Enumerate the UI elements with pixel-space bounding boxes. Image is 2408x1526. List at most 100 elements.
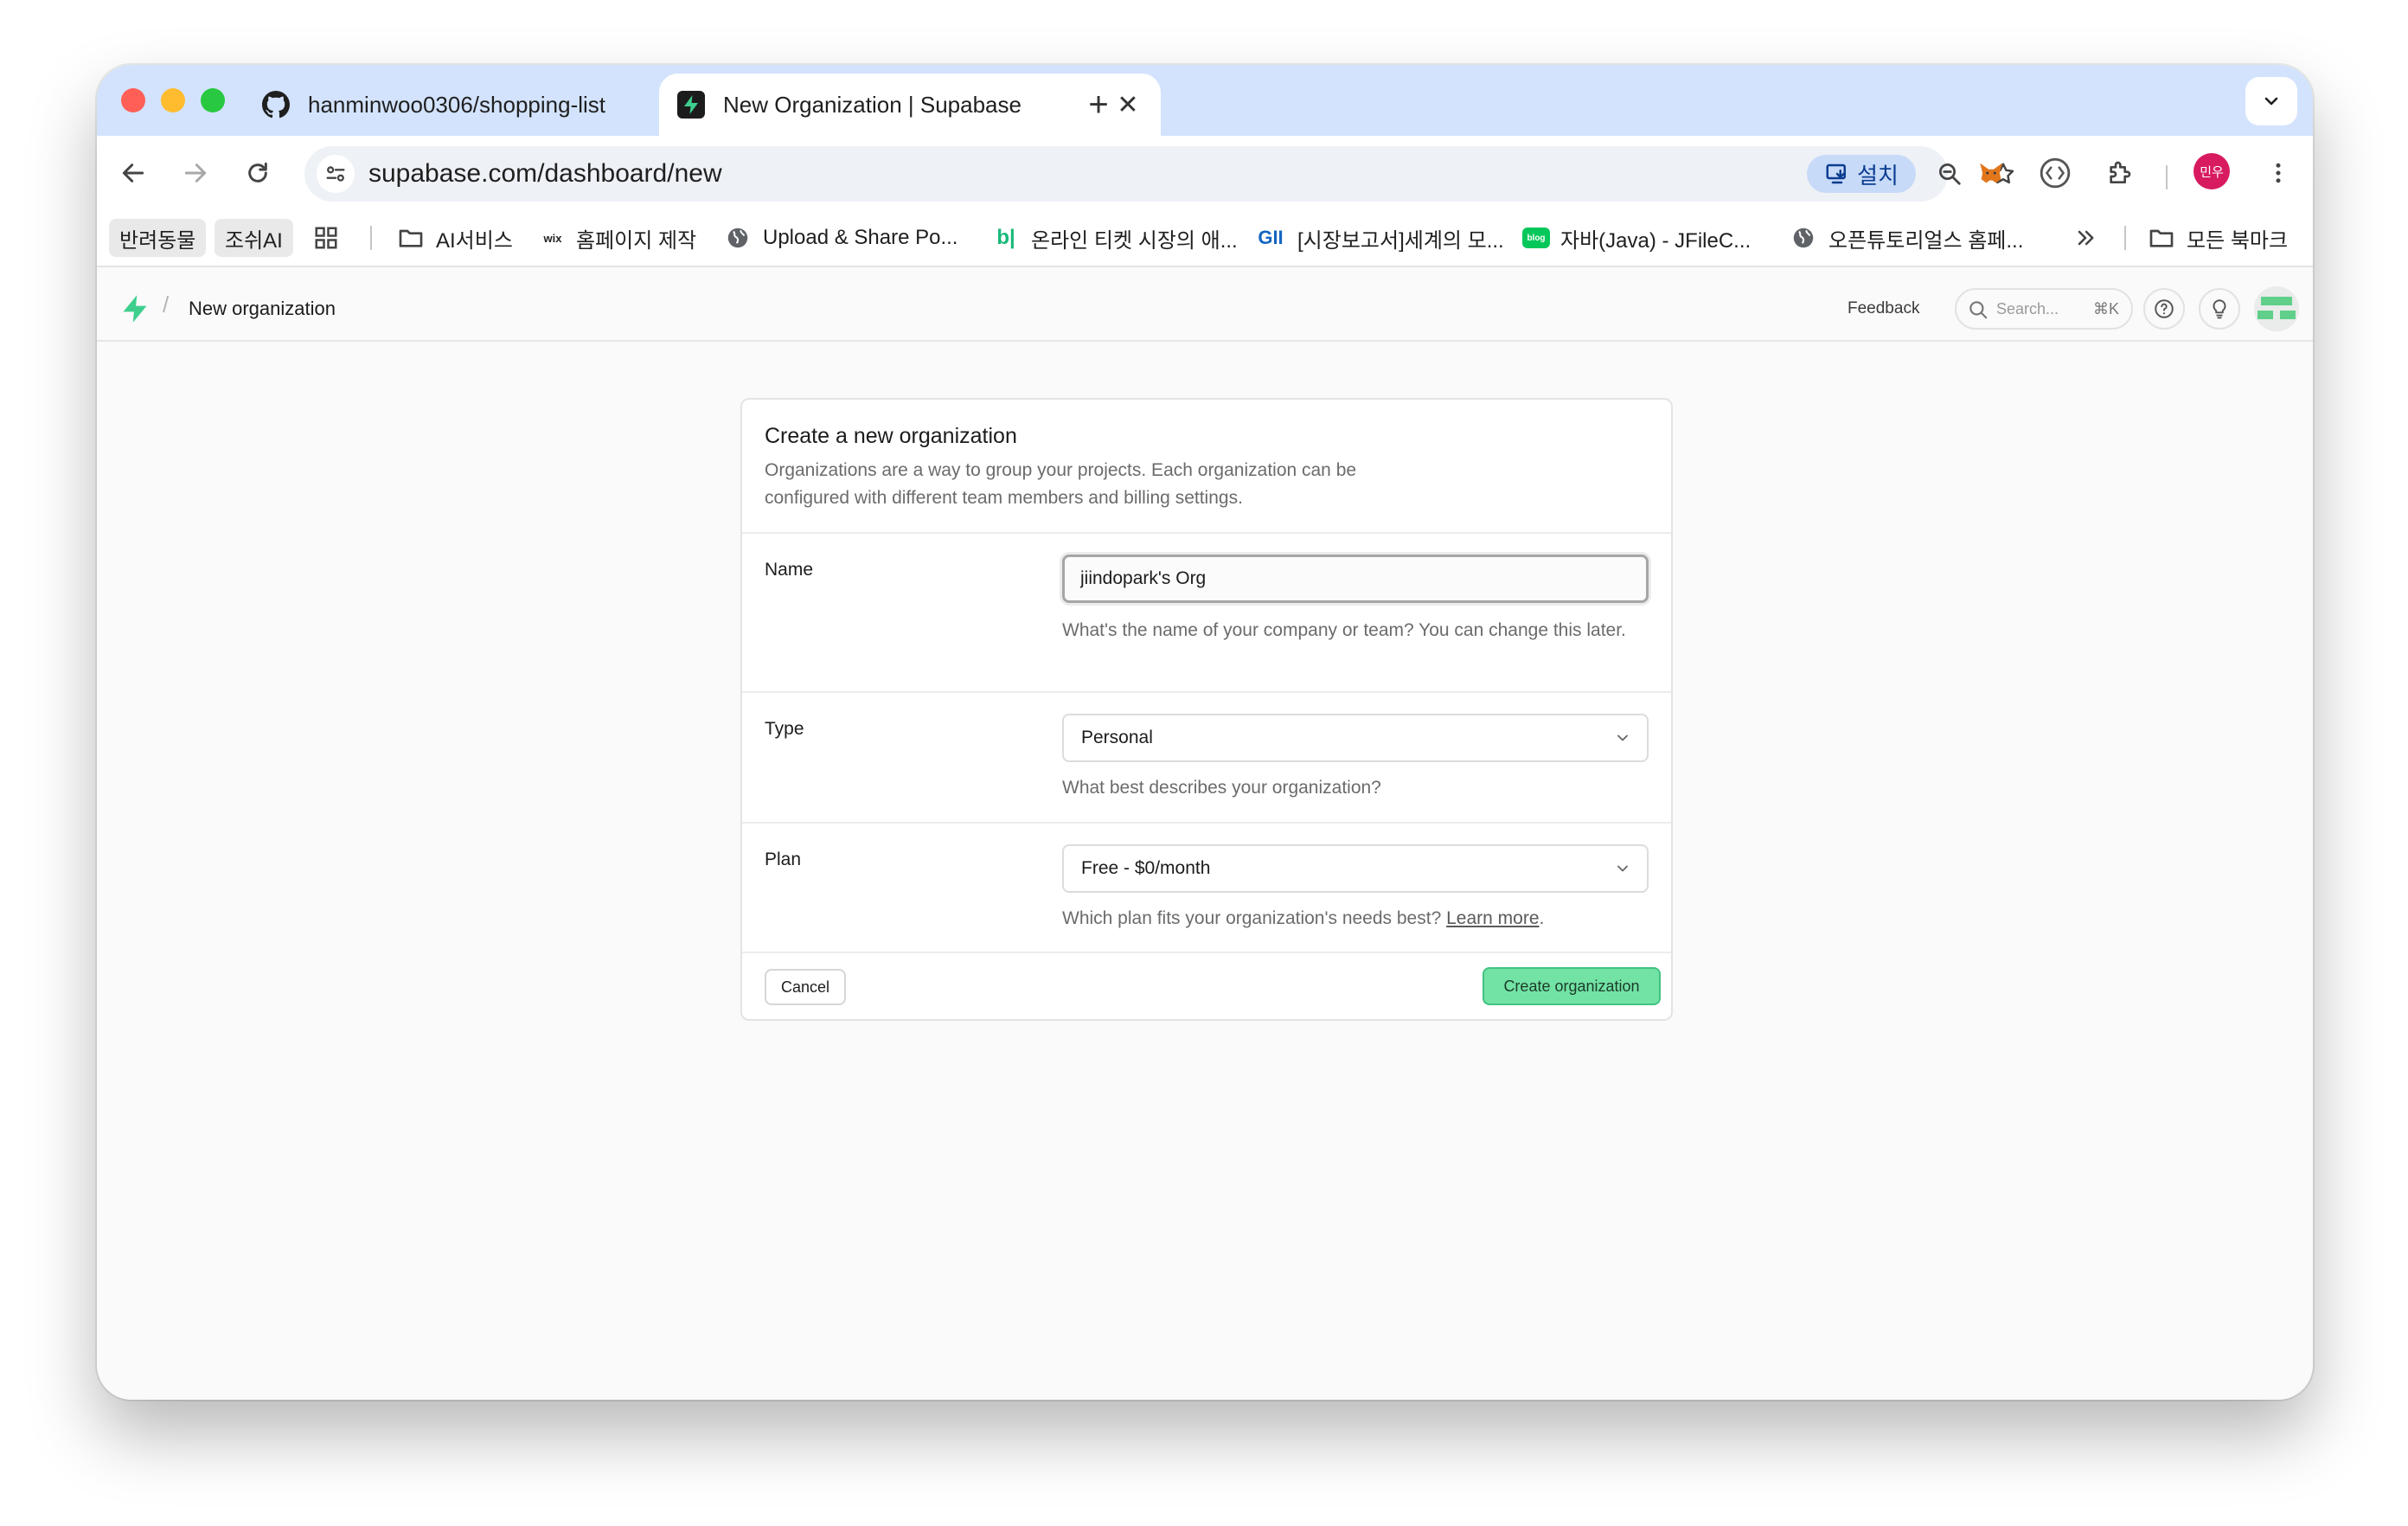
- window-zoom-button[interactable]: [201, 88, 225, 112]
- app-header: / New organization Feedback Search... ⌘K: [97, 276, 2313, 342]
- help-circle-icon: [2155, 299, 2174, 318]
- bookmark-label: 모든 북마크: [2187, 228, 2289, 253]
- install-app-button[interactable]: 설치: [1807, 155, 1916, 193]
- card-footer: Cancel Create organization: [742, 953, 1671, 1019]
- bookmark-label: 반려동물: [119, 228, 196, 253]
- fox-icon: [1980, 163, 2002, 183]
- browser-window: hanminwoo0306/shopping-list ✕ New Organi…: [97, 65, 2313, 1400]
- bookmark-item[interactable]: Upload & Share Po...: [723, 219, 957, 257]
- card-header: Create a new organization Organizations …: [742, 400, 1671, 534]
- lightbulb-icon: [2213, 299, 2226, 319]
- window-minimize-button[interactable]: [161, 88, 185, 112]
- bookmark-label: 오픈튜토리얼스 홈페...: [1828, 228, 2024, 253]
- reload-button[interactable]: [235, 151, 280, 196]
- bookmark-item[interactable]: GII [시장보고서]세계의 모...: [1254, 219, 1504, 257]
- bookmark-label: 홈페이지 제작: [576, 228, 697, 253]
- more-vertical-icon: [2276, 163, 2281, 183]
- wix-icon: wix: [543, 231, 562, 245]
- plan-hint-text: Which plan fits your organization's need…: [1062, 908, 1442, 928]
- zoom-button[interactable]: [1931, 155, 1969, 193]
- organization-plan-select[interactable]: Free - $0/month: [1062, 844, 1649, 893]
- reload-icon: [248, 162, 267, 183]
- bookmark-item[interactable]: 조쉬AI: [215, 219, 293, 257]
- apps-button[interactable]: [311, 219, 351, 257]
- breadcrumb: New organization: [189, 298, 336, 319]
- tab-title: hanminwoo0306/shopping-list: [308, 91, 606, 118]
- create-organization-button[interactable]: Create organization: [1483, 967, 1661, 1005]
- install-icon: [1826, 164, 1847, 184]
- bookmark-item[interactable]: b| 온라인 티켓 시장의 애...: [991, 219, 1238, 257]
- bookmark-item[interactable]: wix 홈페이지 제작: [540, 219, 697, 257]
- learn-more-link[interactable]: Learn more: [1446, 908, 1539, 928]
- globe-icon: [723, 223, 752, 253]
- back-button[interactable]: [111, 151, 156, 196]
- tab-strip: hanminwoo0306/shopping-list ✕ New Organi…: [97, 65, 2313, 136]
- tab-search-button[interactable]: [2245, 77, 2297, 125]
- arrow-right-icon: [184, 164, 207, 183]
- type-label: Type: [765, 719, 804, 739]
- bookmark-label: 조쉬AI: [225, 228, 283, 253]
- magnifier-icon: [1939, 164, 1961, 185]
- grid-icon: [311, 223, 341, 253]
- extension-button[interactable]: [2033, 151, 2078, 196]
- search-shortcut: ⌘K: [2092, 300, 2119, 317]
- github-icon: [261, 90, 291, 119]
- bookmark-divider: [2124, 226, 2126, 250]
- profile-avatar[interactable]: 민우: [2193, 153, 2230, 189]
- breadcrumb-separator: /: [163, 292, 170, 317]
- feedback-button[interactable]: Feedback: [1848, 276, 1919, 342]
- forward-button[interactable]: [173, 151, 218, 196]
- search-button[interactable]: Search... ⌘K: [1955, 288, 2133, 330]
- avatar-pattern-icon: [2254, 286, 2299, 331]
- toolbar-divider: [2166, 165, 2168, 189]
- bookmark-item[interactable]: blog 자바(Java) - JFileC...: [1522, 219, 1751, 257]
- arrow-left-icon: [122, 164, 144, 183]
- supabase-icon: [676, 90, 706, 119]
- supabase-logo-icon[interactable]: [119, 293, 150, 324]
- globe-icon: [1789, 223, 1818, 253]
- plan-hint: Which plan fits your organization's need…: [1062, 905, 1650, 933]
- plan-hint-end: .: [1539, 908, 1545, 928]
- site-info-icon[interactable]: [317, 155, 355, 193]
- name-label: Name: [765, 560, 814, 580]
- window-close-button[interactable]: [121, 88, 145, 112]
- bookmarks-overflow-button[interactable]: [2071, 219, 2110, 257]
- metamask-extension-button[interactable]: [1969, 151, 2014, 196]
- search-icon: [1969, 301, 1988, 319]
- puzzle-icon: [2110, 161, 2131, 183]
- search-placeholder: Search...: [1996, 300, 2059, 317]
- code-circle-icon: [2040, 157, 2071, 189]
- install-label: 설치: [1857, 162, 1899, 189]
- user-avatar[interactable]: [2254, 286, 2299, 331]
- address-bar[interactable]: supabase.com/dashboard/new 설치: [304, 146, 2014, 202]
- bookmark-item[interactable]: 오픈튜토리얼스 홈페...: [1789, 219, 2023, 257]
- bi-icon: b|: [996, 226, 1015, 249]
- plan-row: Plan Free - $0/month Which plan fits you…: [742, 824, 1671, 953]
- tab-title: New Organization | Supabase: [723, 91, 1021, 118]
- whats-new-button[interactable]: [2199, 288, 2240, 330]
- organization-name-input[interactable]: [1062, 555, 1649, 603]
- bookmark-label: [시장보고서]세계의 모...: [1297, 228, 1504, 253]
- bookmark-label: 자바(Java) - JFileC...: [1560, 228, 1752, 253]
- name-hint: What's the name of your company or team?…: [1062, 620, 1626, 640]
- name-row: Name What's the name of your company or …: [742, 534, 1671, 693]
- bookmark-label: AI서비스: [436, 228, 513, 253]
- folder-icon: [396, 223, 426, 253]
- chevron-down-icon: [1617, 865, 1628, 872]
- all-bookmarks-folder[interactable]: 모든 북마크: [2147, 219, 2288, 257]
- cancel-button[interactable]: Cancel: [765, 969, 846, 1005]
- help-button[interactable]: [2143, 288, 2185, 330]
- chevron-double-right-icon: [2071, 223, 2100, 253]
- type-selected-value: Personal: [1081, 728, 1153, 747]
- chevron-down-icon: [1617, 734, 1628, 741]
- bookmark-label: 온라인 티켓 시장의 애...: [1031, 228, 1238, 253]
- type-hint: What best describes your organization?: [1062, 778, 1381, 798]
- blog-icon: blog: [1522, 228, 1550, 248]
- extensions-menu-button[interactable]: [2097, 151, 2142, 196]
- browser-menu-button[interactable]: [2256, 151, 2301, 196]
- organization-type-select[interactable]: Personal: [1062, 714, 1649, 762]
- bookmark-item[interactable]: 반려동물: [109, 219, 207, 257]
- new-tab-button[interactable]: +: [1074, 80, 1123, 129]
- type-row: Type Personal What best describes your o…: [742, 693, 1671, 824]
- bookmark-folder[interactable]: AI서비스: [396, 219, 513, 257]
